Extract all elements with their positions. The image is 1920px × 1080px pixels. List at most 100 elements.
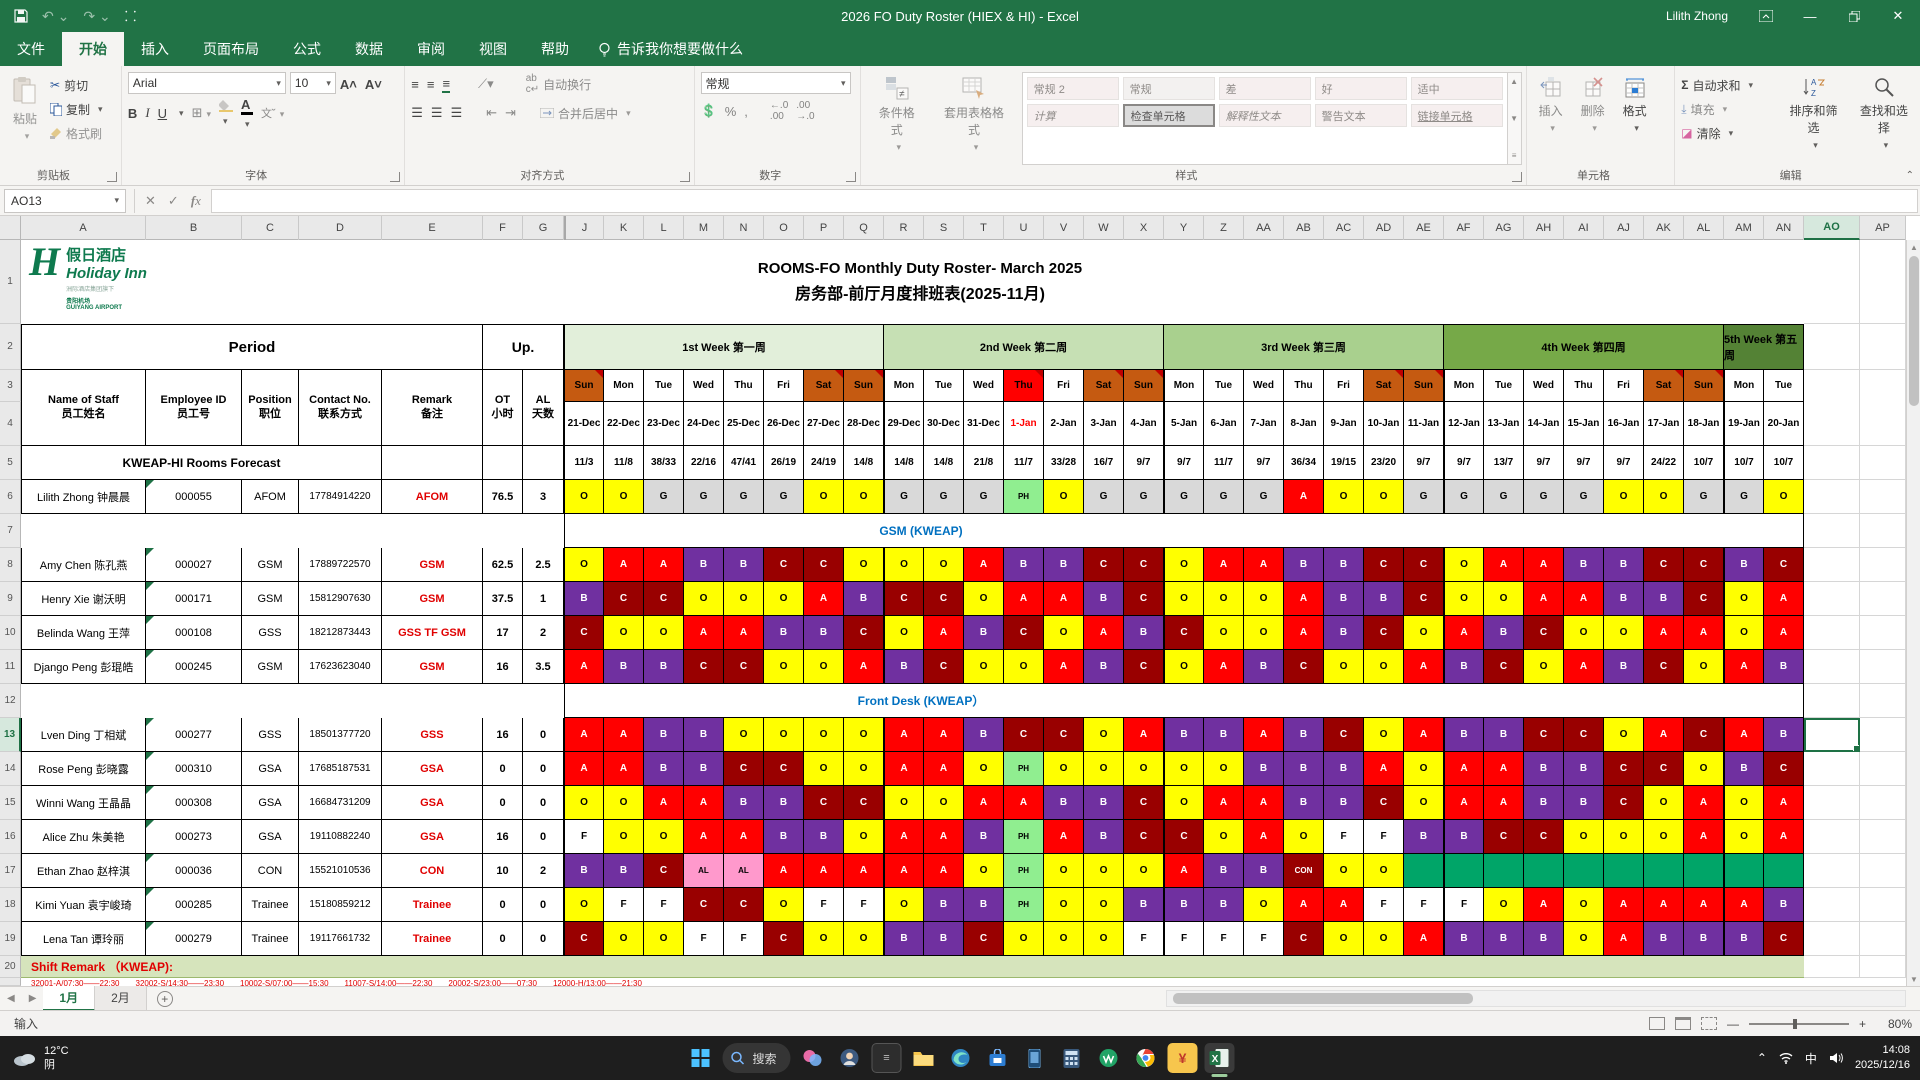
shift-cell-19-19[interactable]: O: [1324, 922, 1364, 956]
shift-cell-15-15[interactable]: O: [1164, 786, 1204, 820]
id-col-header[interactable]: Employee ID 员工号: [146, 370, 242, 446]
shift-cell-10-29[interactable]: O: [1724, 616, 1764, 650]
staff-al-15[interactable]: 0: [523, 786, 564, 820]
col-header-AA[interactable]: AA: [1244, 216, 1284, 240]
chat-icon[interactable]: [835, 1043, 865, 1073]
shift-cell-13-17[interactable]: A: [1244, 718, 1284, 752]
col-header-AN[interactable]: AN: [1764, 216, 1804, 240]
shift-cell-13-9[interactable]: A: [924, 718, 964, 752]
forecast-cell-13[interactable]: 16/7: [1084, 446, 1124, 480]
shift-cell-10-8[interactable]: O: [884, 616, 924, 650]
shift-cell-14-11[interactable]: PH: [1004, 752, 1044, 786]
day-cell-28[interactable]: Sun: [1684, 370, 1724, 402]
sheet-tab-1月[interactable]: 1月: [43, 986, 96, 1011]
shift-cell-13-27[interactable]: A: [1644, 718, 1684, 752]
forecast-cell-28[interactable]: 10/7: [1684, 446, 1724, 480]
merge-center-button[interactable]: 合并后居中 ▾: [540, 102, 631, 124]
shift-cell-19-16[interactable]: F: [1204, 922, 1244, 956]
shift-cell-6-3[interactable]: G: [684, 480, 724, 514]
staff-al-19[interactable]: 0: [523, 922, 564, 956]
shift-cell-14-29[interactable]: B: [1724, 752, 1764, 786]
cell-AO12[interactable]: [1804, 684, 1860, 718]
increase-decimal-icon[interactable]: ←.0.00: [770, 100, 788, 122]
date-cell-3[interactable]: 24-Dec: [684, 402, 724, 446]
cell-AO13[interactable]: [1804, 718, 1860, 752]
shift-cell-18-24[interactable]: A: [1524, 888, 1564, 922]
cell-AP7[interactable]: [1860, 514, 1906, 548]
shift-cell-6-30[interactable]: O: [1764, 480, 1804, 514]
comma-icon[interactable]: ,: [744, 104, 748, 119]
shift-cell-13-7[interactable]: O: [844, 718, 884, 752]
staff-position-9[interactable]: GSM: [242, 582, 299, 616]
shift-cell-10-27[interactable]: A: [1644, 616, 1684, 650]
col-header-X[interactable]: X: [1124, 216, 1164, 240]
next-sheet-icon[interactable]: ▶: [22, 993, 44, 1004]
shift-cell-8-16[interactable]: A: [1204, 548, 1244, 582]
shift-cell-11-12[interactable]: A: [1044, 650, 1084, 684]
formula-input[interactable]: [210, 188, 1918, 213]
staff-contact-14[interactable]: 17685187531: [299, 752, 382, 786]
shift-cell-15-30[interactable]: A: [1764, 786, 1804, 820]
shift-cell-10-3[interactable]: A: [684, 616, 724, 650]
staff-name-17[interactable]: Ethan Zhao 赵梓淇: [21, 854, 146, 888]
shift-cell-16-24[interactable]: C: [1524, 820, 1564, 854]
shift-cell-9-21[interactable]: C: [1404, 582, 1444, 616]
shift-cell-17-5[interactable]: A: [764, 854, 804, 888]
shift-cell-10-22[interactable]: A: [1444, 616, 1484, 650]
forecast-cell-14[interactable]: 9/7: [1124, 446, 1164, 480]
ribbon-tab-帮助[interactable]: 帮助: [524, 32, 586, 66]
cell-AO5[interactable]: [1804, 446, 1860, 480]
staff-name-10[interactable]: Belinda Wang 王萍: [21, 616, 146, 650]
shift-cell-10-23[interactable]: B: [1484, 616, 1524, 650]
clipboard-dialog-launcher[interactable]: [106, 172, 117, 182]
horizontal-scroll-thumb[interactable]: [1173, 993, 1473, 1004]
shift-cell-13-12[interactable]: C: [1044, 718, 1084, 752]
shift-cell-15-8[interactable]: O: [884, 786, 924, 820]
shift-cell-19-20[interactable]: O: [1364, 922, 1404, 956]
shift-cell-17-17[interactable]: B: [1244, 854, 1284, 888]
forecast-cell-12[interactable]: 33/28: [1044, 446, 1084, 480]
shift-cell-17-1[interactable]: B: [604, 854, 644, 888]
shift-cell-19-24[interactable]: B: [1524, 922, 1564, 956]
ribbon-tab-视图[interactable]: 视图: [462, 32, 524, 66]
day-cell-21[interactable]: Sun: [1404, 370, 1444, 402]
shift-cell-8-14[interactable]: C: [1124, 548, 1164, 582]
date-cell-4[interactable]: 25-Dec: [724, 402, 764, 446]
staff-contact-17[interactable]: 15521010536: [299, 854, 382, 888]
staff-position-19[interactable]: Trainee: [242, 922, 299, 956]
shift-cell-15-19[interactable]: B: [1324, 786, 1364, 820]
shift-cell-18-8[interactable]: O: [884, 888, 924, 922]
week-header-1[interactable]: 1st Week 第一周: [564, 324, 884, 370]
shift-cell-8-1[interactable]: A: [604, 548, 644, 582]
forecast-cell-4[interactable]: 47/41: [724, 446, 764, 480]
shift-cell-18-29[interactable]: A: [1724, 888, 1764, 922]
period-header[interactable]: Period: [21, 324, 483, 370]
shift-cell-11-4[interactable]: C: [724, 650, 764, 684]
forecast-cell-6[interactable]: 24/19: [804, 446, 844, 480]
col-header-J[interactable]: J: [564, 216, 604, 240]
shift-cell-8-7[interactable]: O: [844, 548, 884, 582]
day-cell-26[interactable]: Fri: [1604, 370, 1644, 402]
shift-cell-18-23[interactable]: O: [1484, 888, 1524, 922]
shift-cell-13-28[interactable]: C: [1684, 718, 1724, 752]
staff-contact-15[interactable]: 16684731209: [299, 786, 382, 820]
shift-cell-17-8[interactable]: A: [884, 854, 924, 888]
staff-position-18[interactable]: Trainee: [242, 888, 299, 922]
staff-id-17[interactable]: 000036: [146, 854, 242, 888]
day-cell-22[interactable]: Mon: [1444, 370, 1484, 402]
shift-cell-10-20[interactable]: C: [1364, 616, 1404, 650]
font-color-icon[interactable]: A ▾: [241, 97, 254, 130]
cut-button[interactable]: ✂ 剪切: [50, 74, 103, 96]
staff-id-10[interactable]: 000108: [146, 616, 242, 650]
shift-cell-16-18[interactable]: O: [1284, 820, 1324, 854]
shift-cell-17-6[interactable]: A: [804, 854, 844, 888]
fill-button[interactable]: ⤓ 填充 ▾: [1681, 98, 1775, 120]
shift-cell-19-25[interactable]: O: [1564, 922, 1604, 956]
staff-al-9[interactable]: 1: [523, 582, 564, 616]
staff-contact-9[interactable]: 15812907630: [299, 582, 382, 616]
week-header-5[interactable]: 5th Week 第五周: [1724, 324, 1804, 370]
shift-cell-18-12[interactable]: O: [1044, 888, 1084, 922]
shift-cell-17-23[interactable]: [1484, 854, 1524, 888]
staff-name-6[interactable]: Lilith Zhong 钟晨晨: [21, 480, 146, 514]
shift-cell-9-12[interactable]: A: [1044, 582, 1084, 616]
